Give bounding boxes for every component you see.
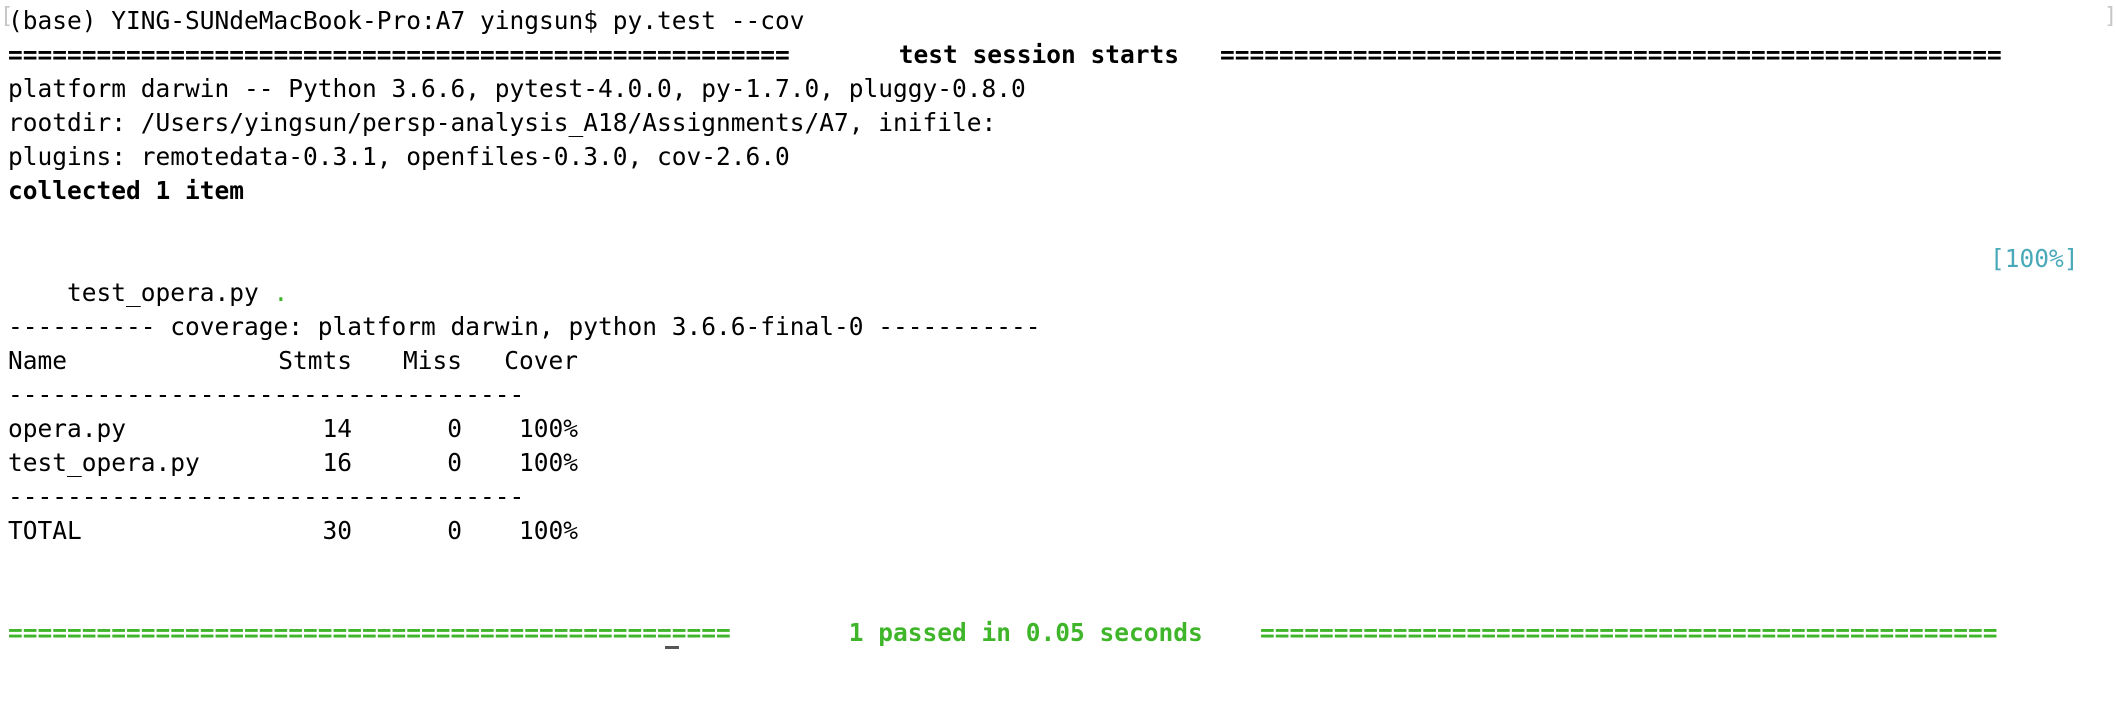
session-start-rule-left: ========================================… — [8, 40, 790, 69]
row-name: opera.py — [8, 414, 127, 443]
session-start-separator: ========================================… — [8, 38, 2104, 72]
summary-text: 1 passed in 0.05 seconds — [834, 618, 1218, 647]
coverage-header: ---------- coverage: platform darwin, py… — [8, 312, 1041, 341]
coverage-table: Name Stmts Miss Cover ------------------… — [8, 344, 578, 548]
total-stmts: 30 — [322, 516, 352, 545]
summary-rule-left: ========================================… — [8, 618, 731, 647]
coverage-separator-bottom: ----------------------------------- — [8, 482, 525, 511]
platform-line: platform darwin -- Python 3.6.6, pytest-… — [8, 74, 1026, 103]
progress-percent: [100%] — [1990, 244, 2079, 273]
row-miss: 0 — [447, 414, 462, 443]
table-row: test_opera.py 16 0 100% — [8, 446, 578, 480]
column-miss: Miss — [402, 346, 462, 375]
test-file-name: test_opera.py — [67, 278, 259, 307]
coverage-separator-top: ----------------------------------- — [8, 380, 525, 409]
session-summary-separator: ========================================… — [8, 616, 2104, 650]
row-stmts: 14 — [322, 414, 352, 443]
test-pass-dot: . — [273, 278, 289, 307]
table-row: opera.py 14 0 100% — [8, 412, 578, 446]
plugins-line: plugins: remotedata-0.3.1, openfiles-0.3… — [8, 142, 790, 171]
column-cover: Cover — [504, 346, 578, 375]
total-miss: 0 — [447, 516, 462, 545]
row-name: test_opera.py — [8, 448, 200, 477]
session-start-title: test session starts — [884, 40, 1194, 69]
rootdir-line: rootdir: /Users/yingsun/persp-analysis_A… — [8, 108, 997, 137]
left-marker-bracket: [ — [0, 4, 14, 29]
coverage-table-header: Name Stmts Miss Cover — [8, 344, 578, 378]
collected-line: collected 1 item — [8, 176, 245, 205]
total-row: TOTAL 30 0 100% — [8, 514, 578, 548]
row-miss: 0 — [447, 448, 462, 477]
right-marker-bracket: ] — [2104, 4, 2116, 29]
total-name: TOTAL — [8, 516, 82, 545]
row-stmts: 16 — [322, 448, 352, 477]
session-start-rule-right: ========================================… — [1220, 40, 2002, 69]
column-stmts: Stmts — [278, 346, 352, 375]
test-result-line: test_opera.py . — [8, 242, 288, 307]
row-cover: 100% — [518, 448, 578, 477]
summary-rule-right: ========================================… — [1260, 618, 1998, 647]
column-name: Name — [8, 346, 68, 375]
total-cover: 100% — [518, 516, 578, 545]
shell-prompt-line: (base) YING-SUNdeMacBook-Pro:A7 yingsun$… — [8, 6, 805, 35]
terminal-window[interactable]: [ ] (base) YING-SUNdeMacBook-Pro:A7 ying… — [0, 0, 2116, 650]
text-cursor — [665, 646, 679, 649]
row-cover: 100% — [518, 414, 578, 443]
